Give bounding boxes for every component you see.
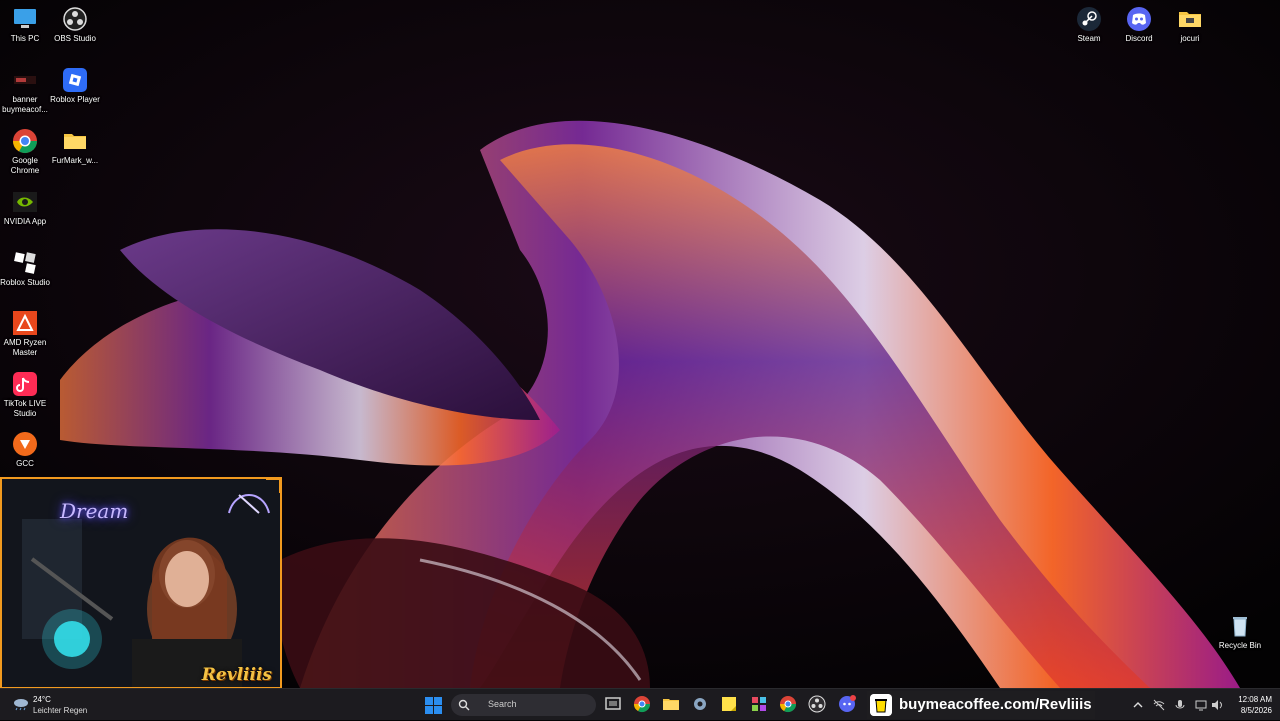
recycle-bin-icon [1233, 617, 1247, 637]
settings-icon[interactable] [691, 695, 709, 713]
display-icon[interactable] [1195, 699, 1207, 711]
desktop-icon-obs-studio[interactable]: OBS Studio [50, 6, 100, 44]
desktop-icon-label: FurMark_w... [51, 156, 99, 165]
webcam-overlay: Dream Revliiis [0, 477, 282, 689]
streamer-name: Revliiis [201, 665, 272, 685]
microphone-icon[interactable] [1174, 699, 1186, 711]
desktop-icon-this-pc[interactable]: This PC [0, 6, 50, 44]
desktop-icon-roblox-studio[interactable]: Roblox Studio [0, 250, 50, 288]
desktop-icon-label: banner buymeacof... [2, 95, 48, 114]
desktop-icon-jocuri[interactable]: jocuri [1165, 6, 1215, 44]
amd-ryzen-master-icon [13, 311, 37, 335]
folder-icon [1179, 12, 1201, 27]
taskbar: 24°C Leichter Regen Search buymeacoffee.… [0, 688, 1280, 720]
coffee-cup-icon [870, 694, 892, 716]
taskbar-clock[interactable]: 12:08 AM 8/5/2026 [1222, 694, 1272, 716]
chrome-icon[interactable] [633, 695, 651, 713]
desktop-icon-google-chrome[interactable]: Google Chrome [0, 128, 50, 176]
weather-condition: Leichter Regen [33, 706, 88, 715]
desktop-icon-recycle-bin[interactable]: Recycle Bin [1215, 613, 1265, 651]
rain-cloud-icon [14, 699, 28, 711]
desktop-icon-label: TikTok LIVE Studio [3, 399, 47, 418]
weather-widget[interactable]: 24°C Leichter Regen [10, 693, 110, 717]
webcam-frame-corner [266, 477, 282, 493]
neon-sign-text: Dream [60, 499, 129, 523]
search-icon [458, 699, 470, 711]
search-placeholder: Search [488, 699, 517, 709]
desktop-icon-label: AMD Ryzen Master [3, 338, 47, 357]
desktop-icon-roblox-player[interactable]: Roblox Player [50, 67, 100, 105]
desktop-icon-label: GCC [16, 459, 34, 468]
task-view-icon[interactable] [604, 695, 622, 713]
desktop-icon-label: Roblox Player [50, 95, 100, 104]
start-button[interactable] [425, 697, 442, 714]
nvidia-icon [13, 192, 37, 212]
sticky-notes-icon[interactable] [720, 695, 738, 713]
app-grid-icon[interactable] [750, 695, 768, 713]
desktop-icon-amd-ryzen-master[interactable]: AMD Ryzen Master [0, 310, 50, 358]
obs-icon[interactable] [808, 695, 826, 713]
desktop-icon-label: Discord [1125, 34, 1153, 43]
network-off-icon[interactable] [1153, 699, 1165, 711]
roblox-studio-icon [14, 252, 36, 274]
desktop-icon-gcc[interactable]: GCC [0, 431, 50, 469]
weather-temp: 24°C [33, 695, 51, 704]
folder-icon [64, 134, 86, 149]
desktop-icon-banner[interactable]: banner buymeacof... [0, 67, 50, 115]
desktop-icon-label: Steam [1077, 34, 1101, 43]
banner-file-icon [14, 76, 36, 84]
desktop-icon-discord[interactable]: Discord [1114, 6, 1164, 44]
taskbar-search[interactable]: Search [451, 694, 596, 716]
obs-studio-icon [63, 7, 87, 31]
desktop-icon-tiktok-live[interactable]: TikTok LIVE Studio [0, 371, 50, 419]
roblox-player-icon [63, 68, 87, 92]
discord-icon[interactable] [838, 695, 856, 713]
tiktok-live-icon [13, 372, 37, 396]
file-explorer-icon[interactable] [662, 695, 680, 713]
desktop-icon-label: Roblox Studio [0, 278, 50, 287]
desktop-icon-label: Google Chrome [10, 156, 40, 175]
clock-time: 12:08 AM [1238, 695, 1272, 704]
chrome-icon[interactable] [779, 695, 797, 713]
google-chrome-icon [12, 129, 37, 154]
desktop-icon-furmark[interactable]: FurMark_w... [50, 128, 100, 166]
clock-date: 8/5/2026 [1240, 706, 1272, 715]
steam-icon [1077, 7, 1101, 31]
buymeacoffee-overlay: buymeacoffee.com/Revliiis [867, 691, 1095, 719]
desktop-icon-label: Recycle Bin [1218, 641, 1262, 650]
desktop-icon-label: jocuri [1180, 34, 1200, 43]
discord-icon [1127, 7, 1151, 31]
desktop-icon-nvidia-app[interactable]: NVIDIA App [0, 189, 50, 227]
chevron-up-icon[interactable] [1132, 699, 1144, 711]
desktop-icon-label: OBS Studio [54, 34, 96, 43]
this-pc-icon [14, 9, 36, 28]
desktop-icon-label: NVIDIA App [3, 217, 47, 226]
buymeacoffee-url: buymeacoffee.com/Revliiis [899, 696, 1092, 713]
desktop-icon-label: This PC [10, 34, 40, 43]
gcc-icon [13, 432, 37, 456]
desktop-icon-steam[interactable]: Steam [1064, 6, 1114, 44]
